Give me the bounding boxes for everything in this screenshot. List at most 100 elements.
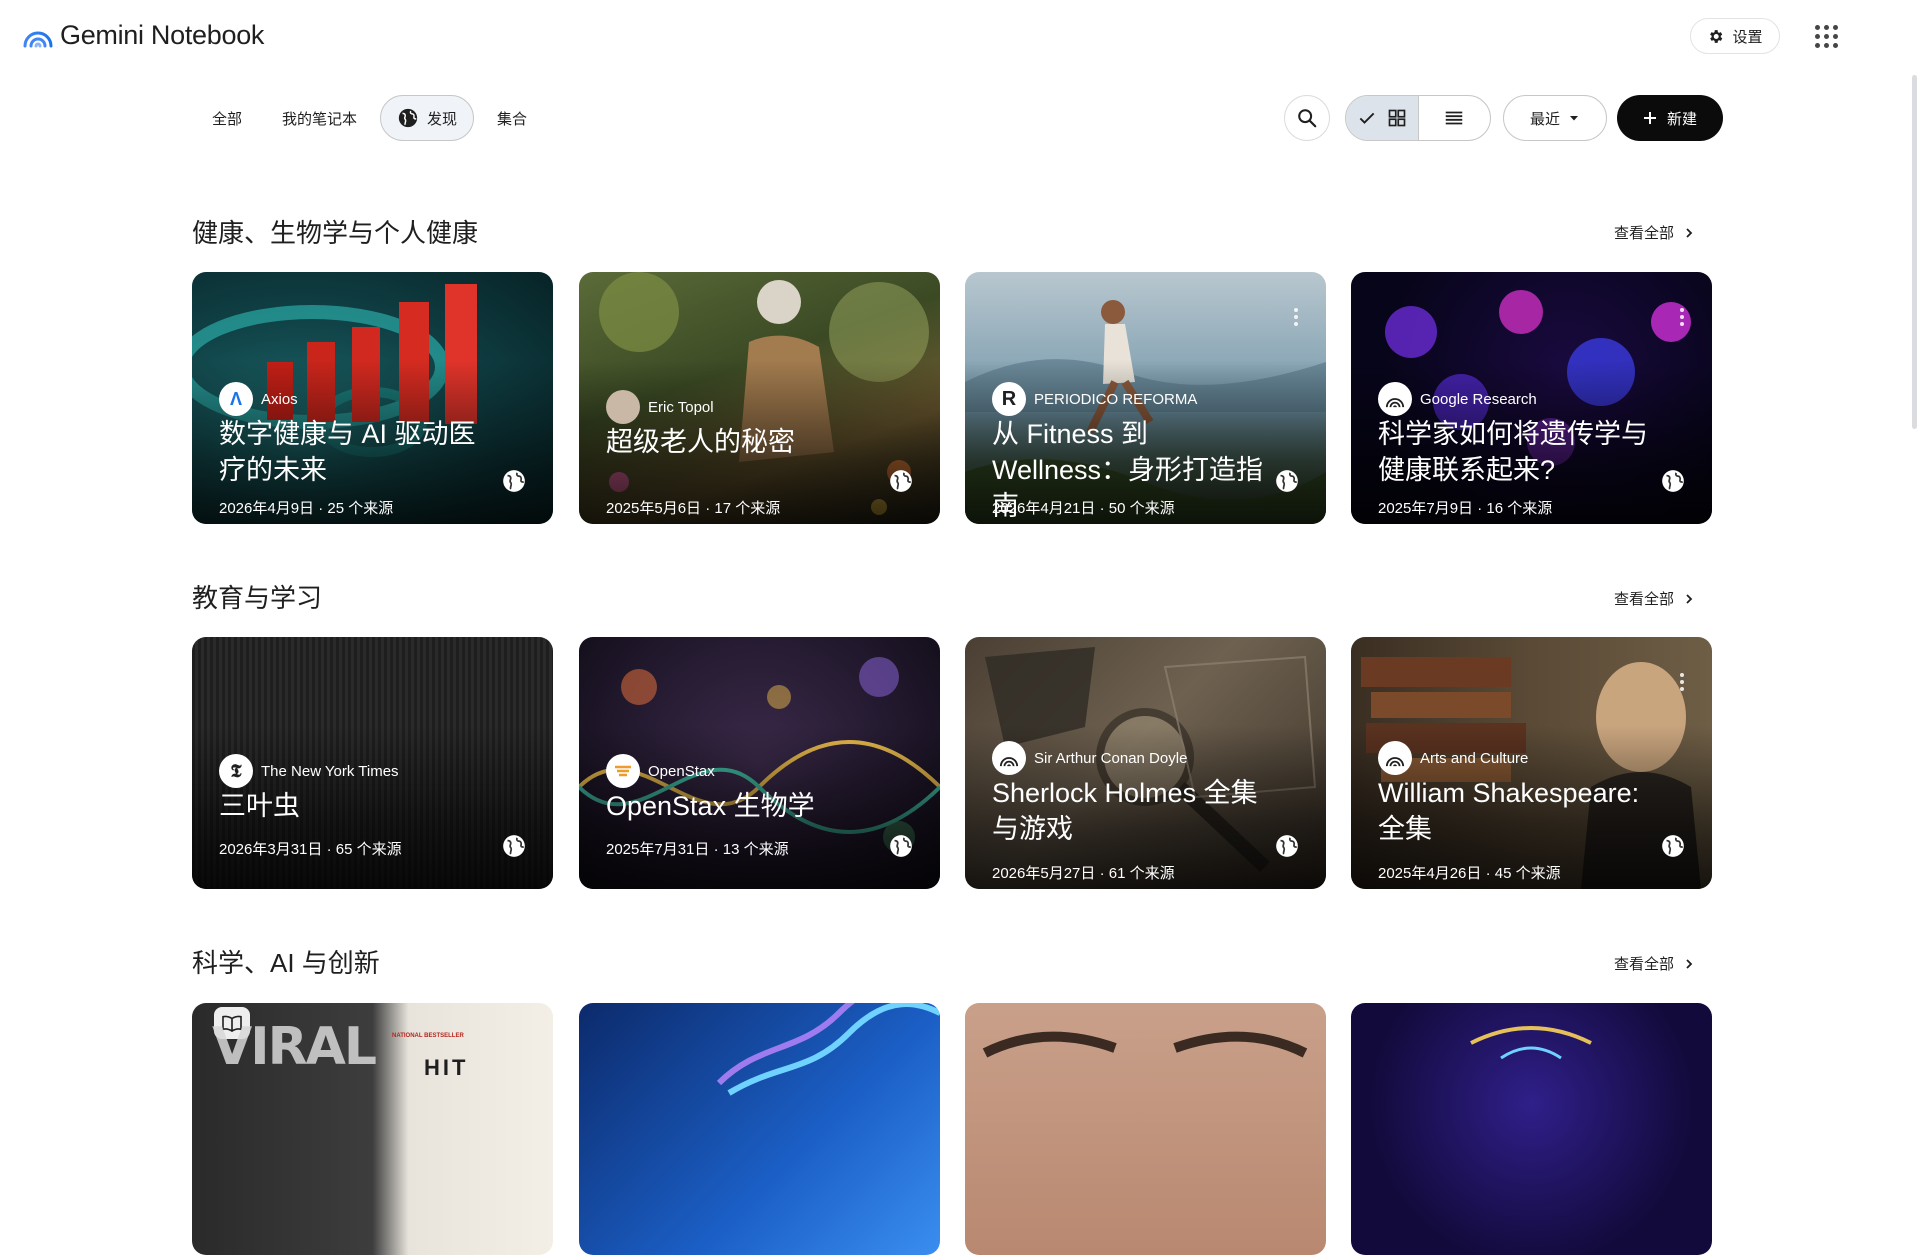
card-meta: 2025年4月26日 · 45 个来源 — [1378, 865, 1561, 882]
view-toggle — [1345, 95, 1491, 141]
settings-button[interactable]: 设置 — [1690, 18, 1780, 54]
tab-label: 发现 — [427, 110, 458, 128]
check-icon — [1359, 112, 1375, 124]
source-logo — [992, 741, 1026, 775]
card-source: Eric Topol — [606, 390, 714, 424]
source-logo — [1378, 741, 1412, 775]
top-bar: Gemini Notebook 设置 — [0, 0, 1920, 72]
search-icon — [1298, 109, 1317, 128]
source-logo: R — [992, 382, 1026, 416]
new-label: 新建 — [1666, 110, 1697, 128]
chevron-right-icon — [1686, 227, 1693, 238]
see-all-button[interactable]: 查看全部 — [1614, 953, 1694, 974]
notebook-card[interactable] — [1351, 1003, 1712, 1255]
see-all-label: 查看全部 — [1614, 956, 1675, 973]
notebook-card[interactable] — [579, 1003, 940, 1255]
filter-tabs: 全部 我的笔记本 发现 集合 — [195, 94, 544, 142]
card-meta: 2026年4月21日 · 50 个来源 — [992, 500, 1175, 517]
tab-my-notebooks[interactable]: 我的笔记本 — [265, 95, 374, 141]
notebook-card[interactable]: Arts and Culture William Shakespeare: 全集… — [1351, 637, 1712, 889]
globe-icon — [890, 835, 912, 857]
search-button[interactable] — [1284, 95, 1330, 141]
card-source: OpenStax — [606, 754, 715, 788]
gemini-logo-icon — [23, 31, 53, 47]
app-logo[interactable]: Gemini Notebook — [22, 20, 264, 51]
globe-icon — [890, 470, 912, 492]
source-name: Eric Topol — [648, 398, 714, 416]
apps-grid-icon[interactable] — [1810, 20, 1842, 52]
card-source: Sir Arthur Conan Doyle — [992, 741, 1187, 775]
sort-label: 最近 — [1529, 110, 1560, 128]
see-all-label: 查看全部 — [1614, 591, 1675, 608]
section-title: 教育与学习 — [192, 583, 323, 613]
chevron-right-icon — [1686, 958, 1693, 969]
tab-label: 我的笔记本 — [282, 110, 358, 128]
globe-icon — [1276, 835, 1298, 857]
card-image-text: VIRAL — [212, 1017, 377, 1077]
card-meta: 2026年5月27日 · 61 个来源 — [992, 865, 1175, 882]
card-title: 数字健康与 AI 驱动医疗的未来 — [219, 419, 476, 485]
source-logo — [606, 754, 640, 788]
card-title: 超级老人的秘密 — [606, 427, 795, 457]
source-logo: 𝕿 — [219, 754, 253, 788]
card-image-text: NATIONAL BESTSELLER — [392, 1033, 464, 1039]
list-view-button[interactable] — [1417, 96, 1491, 140]
tab-all[interactable]: 全部 — [195, 95, 259, 141]
source-name: PERIODICO REFORMA — [1034, 390, 1198, 408]
globe-icon — [1662, 470, 1684, 492]
notebook-card[interactable]: Λ Axios 数字健康与 AI 驱动医疗的未来 2026年4月9日 · 25 … — [192, 272, 553, 524]
more-vert-icon[interactable] — [1680, 308, 1684, 326]
section-title: 科学、AI 与创新 — [192, 948, 380, 978]
card-title: OpenStax 生物学 — [606, 791, 815, 821]
card-title: 科学家如何将遗传学与健康联系起来? — [1378, 419, 1648, 485]
caret-down-icon — [1570, 116, 1578, 121]
scrollbar[interactable] — [1912, 75, 1917, 429]
notebook-card[interactable]: VIRAL NATIONAL BESTSELLER HIT — [192, 1003, 553, 1255]
tab-collections[interactable]: 集合 — [480, 95, 544, 141]
card-source: 𝕿 The New York Times — [219, 754, 399, 788]
gear-icon — [1710, 29, 1723, 43]
card-meta: 2026年4月9日 · 25 个来源 — [219, 500, 394, 517]
notebook-card[interactable]: R PERIODICO REFORMA 从 Fitness 到 Wellness… — [965, 272, 1326, 524]
grid-view-icon — [1388, 109, 1406, 127]
card-image — [982, 1031, 1308, 1058]
notebook-card[interactable]: Sir Arthur Conan Doyle Sherlock Holmes 全… — [965, 637, 1326, 889]
notebook-card[interactable]: Eric Topol 超级老人的秘密 2025年5月6日 · 17 个来源 — [579, 272, 940, 524]
source-name: Google Research — [1420, 390, 1537, 408]
notebook-card[interactable]: 𝕿 The New York Times 三叶虫 2026年3月31日 · 65… — [192, 637, 553, 889]
list-view-icon — [1446, 111, 1463, 125]
notebook-card[interactable] — [965, 1003, 1326, 1255]
source-name: Sir Arthur Conan Doyle — [1034, 749, 1188, 767]
new-notebook-button[interactable]: 新建 — [1617, 95, 1723, 141]
settings-label: 设置 — [1732, 28, 1763, 46]
app-title: Gemini Notebook — [60, 20, 265, 50]
see-all-label: 查看全部 — [1614, 225, 1675, 242]
card-source: R PERIODICO REFORMA — [992, 382, 1197, 416]
source-logo — [1378, 382, 1412, 416]
see-all-button[interactable]: 查看全部 — [1614, 222, 1694, 243]
notebook-card[interactable]: OpenStax OpenStax 生物学 2025年7月31日 · 13 个来… — [579, 637, 940, 889]
more-vert-icon[interactable] — [1680, 673, 1684, 691]
grid-view-button[interactable] — [1346, 96, 1418, 140]
card-meta: 2025年7月31日 · 13 个来源 — [606, 841, 789, 858]
section-title: 健康、生物学与个人健康 — [192, 218, 479, 248]
globe-icon — [1276, 470, 1298, 492]
plus-icon — [1643, 112, 1656, 124]
sort-dropdown[interactable]: 最近 — [1503, 95, 1607, 141]
chevron-right-icon — [1686, 593, 1693, 604]
see-all-button[interactable]: 查看全部 — [1614, 588, 1694, 609]
card-meta: 2025年5月6日 · 17 个来源 — [606, 500, 781, 517]
source-name: The New York Times — [261, 762, 399, 780]
source-logo: Λ — [219, 382, 253, 416]
card-image — [716, 1003, 940, 1096]
more-vert-icon[interactable] — [1294, 308, 1298, 326]
globe-icon — [503, 470, 525, 492]
tab-discover[interactable]: 发现 — [380, 95, 475, 141]
tab-label: 全部 — [212, 110, 243, 128]
card-image — [1470, 1026, 1592, 1060]
card-title: 三叶虫 — [219, 791, 300, 821]
notebook-card[interactable]: Google Research 科学家如何将遗传学与健康联系起来? 2025年7… — [1351, 272, 1712, 524]
globe-icon — [503, 835, 525, 857]
source-name: Axios — [261, 390, 298, 408]
card-image-text: HIT — [424, 1055, 469, 1080]
